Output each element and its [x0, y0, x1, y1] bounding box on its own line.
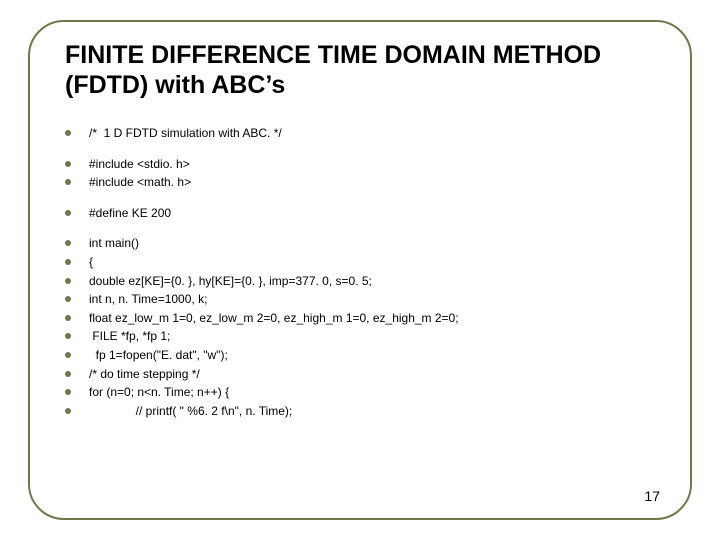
bullet-icon	[65, 408, 71, 414]
slide: FINITE DIFFERENCE TIME DOMAIN METHOD (FD…	[0, 0, 720, 540]
code-text: {	[89, 253, 93, 272]
bullet-line: {	[65, 253, 665, 272]
code-text: #include <math. h>	[89, 173, 191, 192]
code-text: int n, n. Time=1000, k;	[89, 290, 207, 309]
bullet-line: fp 1=fopen("E. dat", "w");	[65, 346, 665, 365]
code-text: /* 1 D FDTD simulation with ABC. */	[89, 124, 282, 143]
bullet-line: for (n=0; n<n. Time; n++) {	[65, 383, 665, 402]
bullet-line: FILE *fp, *fp 1;	[65, 327, 665, 346]
bullet-group: #define KE 200	[65, 204, 665, 223]
page-number: 17	[644, 488, 660, 504]
bullet-group: int main(){double ez[KE]={0. }, hy[KE]={…	[65, 234, 665, 420]
bullet-line: #include <math. h>	[65, 173, 665, 192]
code-text: #include <stdio. h>	[89, 155, 190, 174]
bullet-group: /* 1 D FDTD simulation with ABC. */	[65, 124, 665, 143]
slide-title: FINITE DIFFERENCE TIME DOMAIN METHOD (FD…	[65, 40, 655, 100]
bullet-icon	[65, 161, 71, 167]
bullet-line: double ez[KE]={0. }, hy[KE]={0. }, imp=3…	[65, 272, 665, 291]
bullet-icon	[65, 371, 71, 377]
bullet-icon	[65, 333, 71, 339]
slide-body: /* 1 D FDTD simulation with ABC. */ #incl…	[65, 124, 665, 420]
bullet-icon	[65, 130, 71, 136]
code-text: /* do time stepping */	[89, 365, 200, 384]
code-text: float ez_low_m 1=0, ez_low_m 2=0, ez_hig…	[89, 309, 459, 328]
bullet-icon	[65, 240, 71, 246]
bullet-group: #include <stdio. h>#include <math. h>	[65, 155, 665, 192]
bullet-icon	[65, 179, 71, 185]
bullet-line: int main()	[65, 234, 665, 253]
bullet-icon	[65, 259, 71, 265]
bullet-line: /* 1 D FDTD simulation with ABC. */	[65, 124, 665, 143]
code-text: for (n=0; n<n. Time; n++) {	[89, 383, 229, 402]
code-text: int main()	[89, 234, 139, 253]
bullet-line: int n, n. Time=1000, k;	[65, 290, 665, 309]
bullet-icon	[65, 296, 71, 302]
bullet-icon	[65, 278, 71, 284]
bullet-line: // printf( " %6. 2 f\n", n. Time);	[65, 402, 665, 421]
code-text: double ez[KE]={0. }, hy[KE]={0. }, imp=3…	[89, 272, 372, 291]
bullet-line: /* do time stepping */	[65, 365, 665, 384]
code-text: #define KE 200	[89, 204, 171, 223]
code-text: fp 1=fopen("E. dat", "w");	[89, 346, 228, 365]
bullet-icon	[65, 315, 71, 321]
bullet-icon	[65, 210, 71, 216]
bullet-icon	[65, 389, 71, 395]
bullet-line: #define KE 200	[65, 204, 665, 223]
code-text: // printf( " %6. 2 f\n", n. Time);	[89, 402, 292, 421]
bullet-icon	[65, 352, 71, 358]
code-text: FILE *fp, *fp 1;	[89, 327, 170, 346]
bullet-line: float ez_low_m 1=0, ez_low_m 2=0, ez_hig…	[65, 309, 665, 328]
bullet-line: #include <stdio. h>	[65, 155, 665, 174]
